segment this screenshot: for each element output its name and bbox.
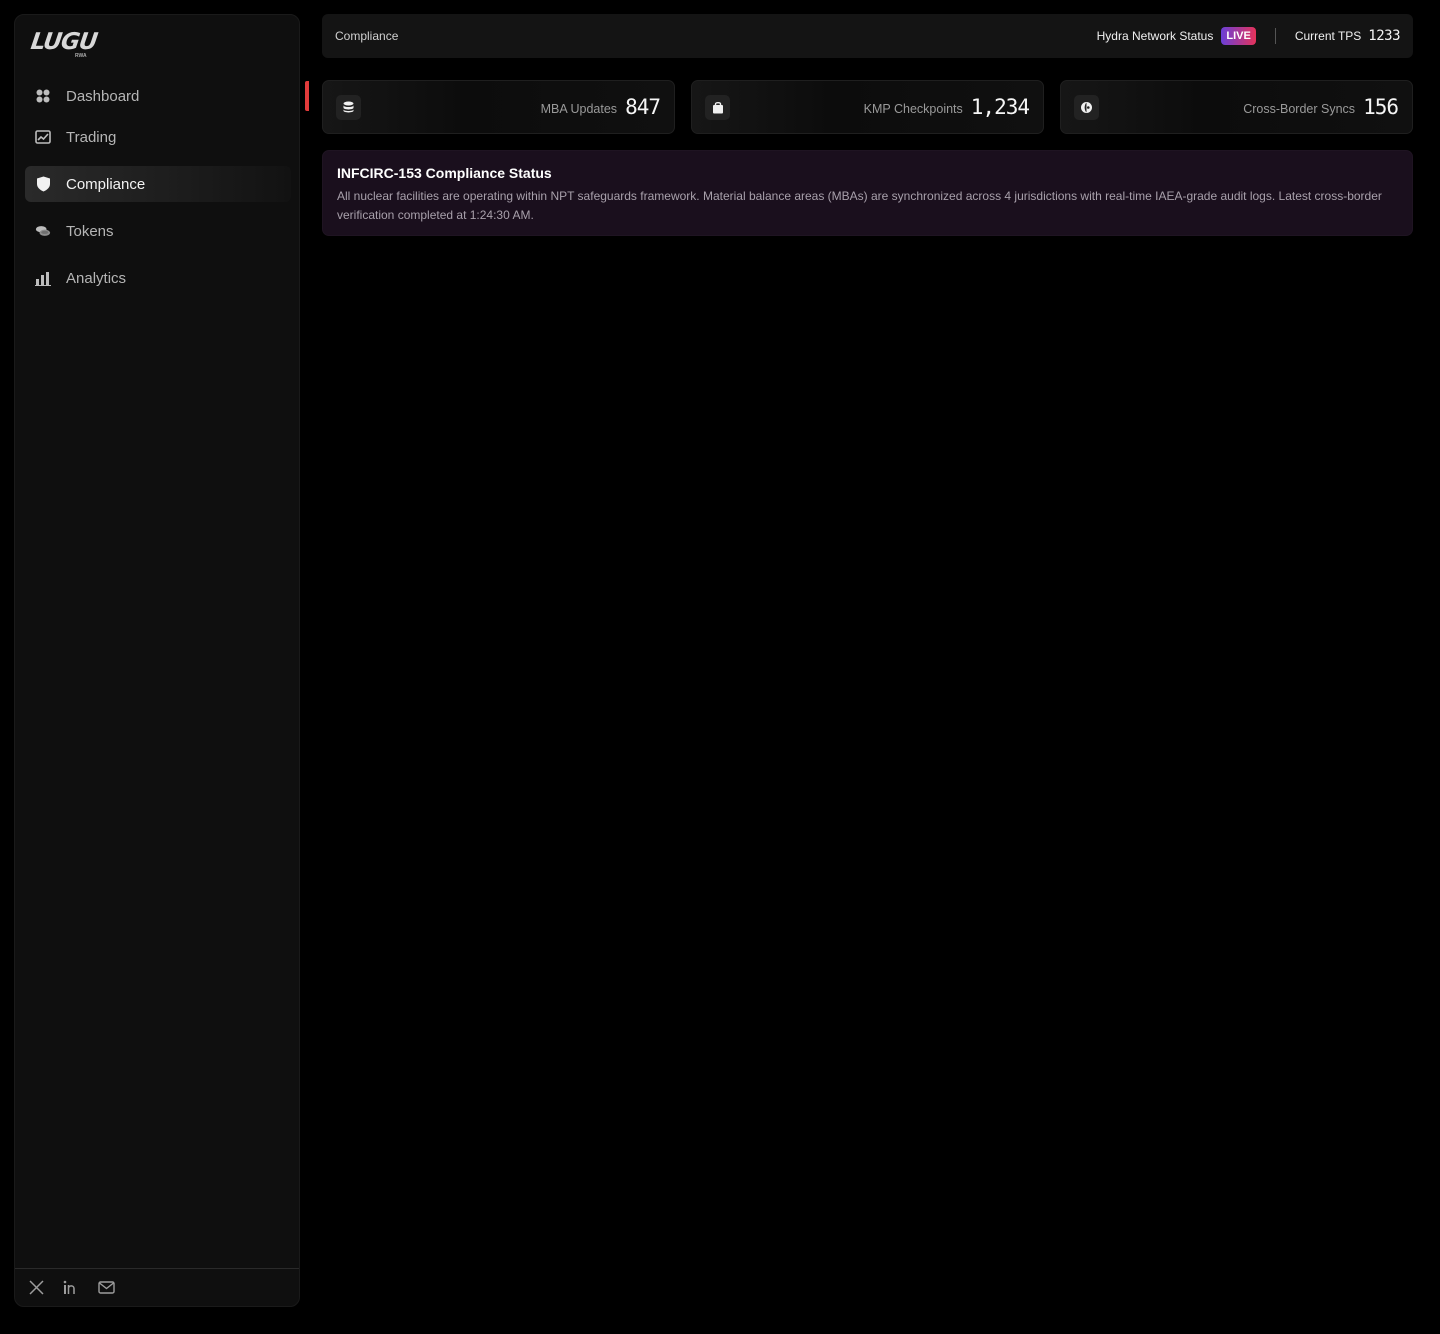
live-badge: LIVE xyxy=(1221,27,1256,45)
header-divider xyxy=(1274,28,1276,44)
sidebar-item-label: Analytics xyxy=(66,269,127,287)
banner-title: INFCIRC-153 Compliance Status xyxy=(337,165,552,181)
bar-chart-icon xyxy=(35,270,51,286)
shield-icon xyxy=(35,176,51,192)
tps-value: 1233 xyxy=(1368,28,1400,44)
stat-card-kmp-checkpoints: KMP Checkpoints 1,234 xyxy=(691,80,1044,134)
sidebar-item-label: Dashboard xyxy=(66,87,140,105)
compliance-status-banner: INFCIRC-153 Compliance Status All nuclea… xyxy=(322,150,1413,236)
sidebar-item-tokens[interactable]: Tokens xyxy=(25,213,291,249)
grid-icon xyxy=(35,88,51,104)
stats-row: MBA Updates 847 KMP Checkpoints 1,234 Cr… xyxy=(322,80,1413,134)
stat-label: KMP Checkpoints xyxy=(863,101,963,116)
sidebar-item-trading[interactable]: Trading xyxy=(25,119,291,155)
x-twitter-icon[interactable] xyxy=(27,1279,45,1297)
banner-text: All nuclear facilities are operating wit… xyxy=(337,189,1382,222)
logo-subtext: RWA xyxy=(75,53,87,59)
bag-icon xyxy=(705,94,730,120)
stat-card-mba-updates: MBA Updates 847 xyxy=(322,80,675,134)
stat-label: MBA Updates xyxy=(540,101,618,116)
network-status-label: Hydra Network Status xyxy=(1096,29,1214,43)
brand-logo[interactable]: LUGU RWA xyxy=(29,29,101,59)
linkedin-icon[interactable] xyxy=(62,1279,80,1297)
sidebar-item-dashboard[interactable]: Dashboard xyxy=(25,77,291,115)
sidebar: LUGU RWA Dashboard Trading Compliance To… xyxy=(14,14,309,1307)
sidebar-item-analytics[interactable]: Analytics xyxy=(25,260,291,296)
sidebar-item-label: Tokens xyxy=(66,222,114,240)
tps-label: Current TPS xyxy=(1294,29,1362,43)
sidebar-item-label: Compliance xyxy=(66,175,146,193)
coins-icon xyxy=(35,223,51,239)
globe-icon xyxy=(1074,94,1099,120)
breadcrumb: Compliance xyxy=(335,29,399,43)
mail-icon[interactable] xyxy=(97,1279,115,1297)
top-bar: Compliance Hydra Network Status LIVE Cur… xyxy=(322,14,1413,58)
active-nav-marker xyxy=(305,81,309,111)
stat-value: 1,234 xyxy=(970,95,1030,119)
stat-value: 847 xyxy=(625,95,661,119)
network-status-group: Hydra Network Status LIVE Current TPS 12… xyxy=(1097,27,1400,45)
sidebar-item-label: Trading xyxy=(66,128,117,146)
logo-text: LUGU xyxy=(29,29,99,55)
stat-value: 156 xyxy=(1363,95,1399,119)
sidebar-item-compliance[interactable]: Compliance xyxy=(25,166,291,202)
chart-image-icon xyxy=(35,129,51,145)
stat-card-cross-border-syncs: Cross-Border Syncs 156 xyxy=(1060,80,1413,134)
sidebar-nav: Dashboard Trading Compliance Tokens Anal… xyxy=(25,77,291,307)
stat-label: Cross-Border Syncs xyxy=(1243,101,1356,116)
sidebar-footer xyxy=(15,1268,299,1306)
database-icon xyxy=(336,94,361,120)
